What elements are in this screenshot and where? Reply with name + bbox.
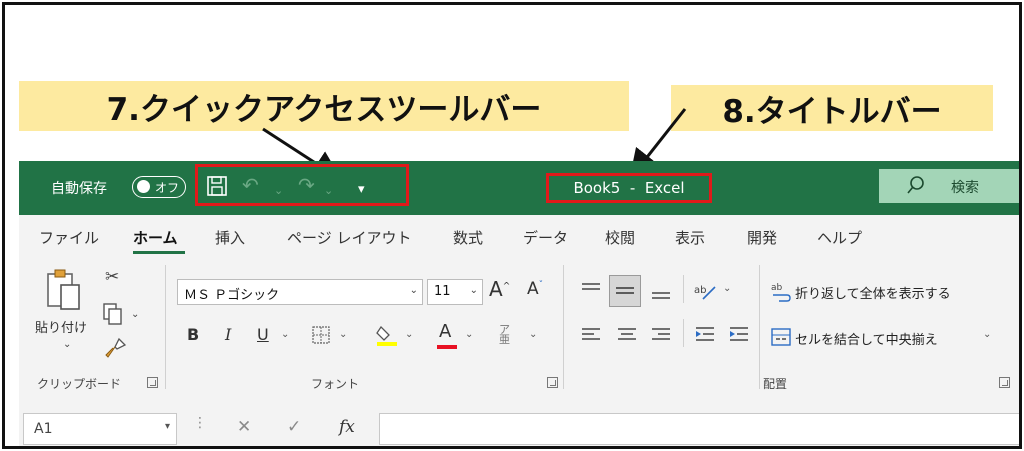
orientation-dropdown-icon[interactable]: ⌄ [723,283,731,294]
tab-file[interactable]: ファイル [39,227,99,248]
ribbon-tabs: ファイル ホーム 挿入 ページ レイアウト 数式 データ 校閲 表示 開発 ヘル… [19,215,1019,259]
group-divider [165,265,166,389]
tab-page-layout[interactable]: ページ レイアウト [287,227,411,248]
merge-dropdown-icon[interactable]: ⌄ [983,329,991,340]
paste-label[interactable]: 貼り付け [35,317,87,336]
font-size-value: 11 [434,284,451,299]
insert-function-icon[interactable]: fx [339,417,355,437]
autosave-state: オフ [155,181,180,195]
cancel-icon[interactable]: ✕ [237,417,251,437]
autosave-toggle[interactable]: オフ [132,176,186,198]
group-divider [683,319,684,347]
increase-font-icon[interactable]: A^ [489,277,510,301]
increase-indent-icon[interactable] [727,323,751,347]
underline-button[interactable]: U [257,325,269,344]
align-right-icon[interactable] [649,323,673,347]
enter-icon[interactable]: ✓ [287,417,301,437]
wrap-text-icon[interactable]: ab [771,281,791,303]
alignment-launcher-icon[interactable] [999,377,1010,388]
clipboard-group-label: クリップボード [37,377,122,391]
group-divider [759,265,760,389]
autosave-label: 自動保存 [51,181,107,197]
redo-dropdown-icon[interactable]: ⌄ [324,181,333,201]
phonetic-guide-icon[interactable]: ア亜 [499,324,510,345]
phonetic-dropdown-icon[interactable]: ⌄ [529,329,537,340]
toggle-knob [137,180,150,193]
undo-dropdown-icon[interactable]: ⌄ [274,181,283,201]
clipboard-launcher-icon[interactable] [147,377,158,388]
window-title-box: Book5 - Excel [546,173,712,203]
font-size-select[interactable]: 11 ⌄ [427,279,483,305]
wrap-text-button[interactable]: 折り返して全体を表示する [795,283,951,302]
fill-color-icon[interactable] [375,323,399,347]
search-box[interactable]: 検索 [879,169,1019,203]
tab-developer[interactable]: 開発 [747,227,777,248]
font-launcher-icon[interactable] [547,377,558,388]
tab-view[interactable]: 表示 [675,227,705,248]
qat-callout-label: 7.クイックアクセスツールバー [19,81,629,131]
paste-dropdown-icon[interactable]: ⌄ [63,339,71,350]
orientation-icon[interactable]: ab [693,279,717,303]
titlebar-callout-label: 8.タイトルバー [671,85,993,131]
merge-center-button[interactable]: セルを結合して中央揃え [795,329,938,348]
undo-icon[interactable]: ↶ [242,175,259,195]
bold-button[interactable]: B [187,325,199,344]
search-label: 検索 [951,180,979,196]
underline-dropdown-icon[interactable]: ⌄ [281,329,289,340]
screenshot-frame: 7.クイックアクセスツールバー 8.タイトルバー 自動保存 オフ ↶ ⌄ ↷ ⌄ [2,2,1022,449]
align-bottom-icon[interactable] [649,279,673,303]
formula-input[interactable] [379,413,1019,445]
font-name-select[interactable]: ＭＳ Ｐゴシック ⌄ [177,279,423,305]
tab-help[interactable]: ヘルプ [817,227,862,248]
italic-button[interactable]: I [225,325,231,344]
align-top-icon[interactable] [579,279,603,303]
svg-text:ab: ab [771,283,783,293]
alignment-group-label: 配置 [763,377,788,391]
align-left-icon[interactable] [579,323,603,347]
align-middle-icon[interactable] [613,279,637,303]
chevron-down-icon: ⌄ [469,285,478,296]
merge-center-icon[interactable] [771,327,791,347]
decrease-font-icon[interactable]: Aˇ [527,279,543,299]
formula-bar: A1 ▾ ⋮ ✕ ✓ fx [19,403,1019,446]
chevron-down-icon: ▾ [164,421,170,432]
align-center-icon[interactable] [615,323,639,347]
fill-color-dropdown-icon[interactable]: ⌄ [405,329,413,340]
title-bar: 自動保存 オフ ↶ ⌄ ↷ ⌄ ▾ Book5 - Excel 検索 [19,161,1019,215]
search-icon [907,176,924,194]
font-name-value: ＭＳ Ｐゴシック [184,288,280,303]
cut-icon[interactable]: ✂ [105,267,119,287]
format-painter-icon[interactable] [105,337,127,359]
save-icon[interactable] [206,175,228,197]
window-title: Book5 - Excel [573,179,685,197]
borders-icon[interactable] [311,325,331,345]
tab-insert[interactable]: 挿入 [215,227,245,248]
name-box[interactable]: A1 ▾ [23,413,177,445]
quick-access-toolbar: ↶ ⌄ ↷ ⌄ ▾ [195,164,409,206]
tab-formulas[interactable]: 数式 [453,227,483,248]
active-tab-indicator [133,251,185,254]
customize-qat-icon[interactable]: ▾ [358,180,365,200]
tab-home[interactable]: ホーム [133,227,178,248]
font-group-label: フォント [311,377,360,391]
tab-review[interactable]: 校閲 [605,227,635,248]
copy-icon[interactable] [103,303,123,325]
copy-dropdown-icon[interactable]: ⌄ [131,309,139,320]
tab-data[interactable]: データ [523,227,568,248]
group-divider [683,275,684,303]
borders-dropdown-icon[interactable]: ⌄ [339,329,347,340]
name-box-value: A1 [34,421,53,437]
font-color-swatch [437,345,457,349]
decrease-indent-icon[interactable] [693,323,717,347]
ribbon-home: 貼り付け ⌄ ✂ ⌄ クリップボード ＭＳ Ｐゴシック ⌄ 11 ⌄ A^ Aˇ… [19,259,1019,403]
font-color-icon[interactable]: A [439,321,451,342]
svg-text:ab: ab [694,285,706,296]
font-color-dropdown-icon[interactable]: ⌄ [465,329,473,340]
group-divider [563,265,564,389]
more-options-icon[interactable]: ⋮ [193,415,207,431]
redo-icon[interactable]: ↷ [298,175,315,195]
chevron-down-icon: ⌄ [409,285,418,296]
paste-icon[interactable] [45,269,83,313]
